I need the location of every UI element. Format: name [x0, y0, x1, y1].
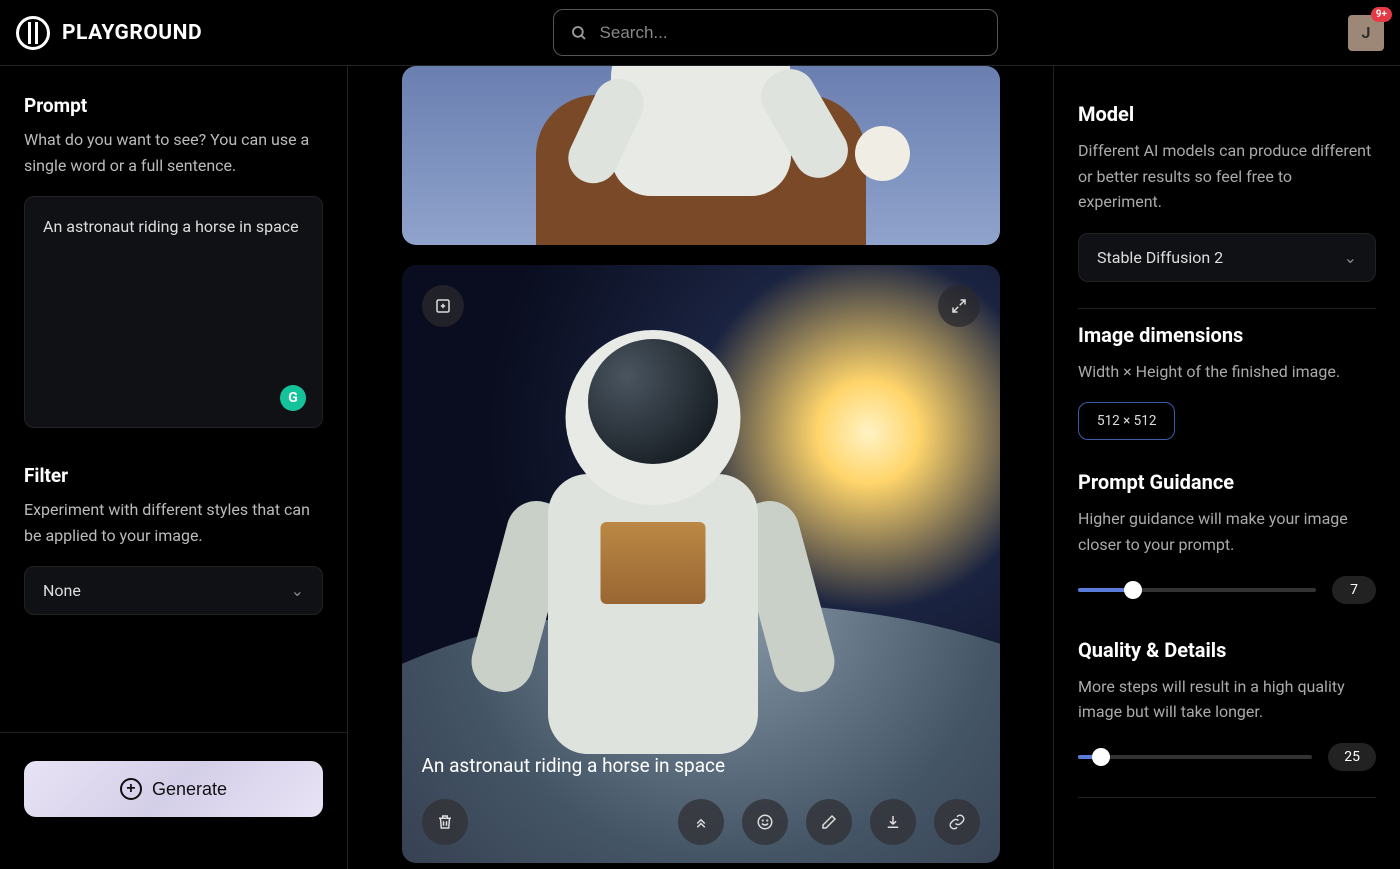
- dimension-chip[interactable]: 512 × 512: [1078, 402, 1175, 440]
- pencil-icon: [820, 813, 838, 831]
- dimensions-section: Image dimensions Width × Height of the f…: [1078, 323, 1376, 453]
- logo[interactable]: PLAYGROUND: [16, 16, 202, 50]
- center-panel: An astronaut riding a horse in space: [348, 66, 1053, 869]
- add-to-collection-button[interactable]: [422, 285, 464, 327]
- dimension-value: 512 × 512: [1097, 413, 1156, 429]
- logo-icon: [16, 16, 50, 50]
- delete-button[interactable]: [422, 799, 468, 845]
- generate-section: + Generate: [0, 732, 347, 845]
- react-button[interactable]: [742, 799, 788, 845]
- link-icon: [948, 813, 966, 831]
- guidance-title: Prompt Guidance: [1078, 470, 1376, 494]
- avatar-initial: J: [1362, 23, 1371, 42]
- generate-label: Generate: [152, 779, 227, 800]
- guidance-value: 7: [1332, 576, 1376, 604]
- prompt-title: Prompt: [24, 94, 323, 117]
- header: PLAYGROUND J 9+: [0, 0, 1400, 66]
- download-button[interactable]: [870, 799, 916, 845]
- edit-button[interactable]: [806, 799, 852, 845]
- download-icon: [884, 813, 902, 831]
- generate-button[interactable]: + Generate: [24, 761, 323, 817]
- plus-circle-icon: +: [120, 778, 142, 800]
- filter-title: Filter: [24, 464, 323, 487]
- quality-value: 25: [1328, 743, 1376, 771]
- filter-value: None: [43, 581, 81, 600]
- grammarly-icon[interactable]: G: [280, 385, 306, 411]
- avatar[interactable]: J 9+: [1348, 15, 1384, 51]
- quality-desc: More steps will result in a high quality…: [1078, 674, 1376, 725]
- chevron-down-icon: ⌄: [1344, 248, 1357, 267]
- search-icon: [570, 24, 588, 42]
- expand-icon: [950, 297, 968, 315]
- generated-image[interactable]: An astronaut riding a horse in space: [402, 265, 1000, 863]
- quality-slider[interactable]: [1078, 755, 1312, 759]
- search-box[interactable]: [553, 9, 998, 56]
- search-wrap: [202, 9, 1348, 56]
- guidance-slider[interactable]: [1078, 588, 1316, 592]
- link-button[interactable]: [934, 799, 980, 845]
- filter-section: Filter Experiment with different styles …: [24, 464, 323, 615]
- guidance-desc: Higher guidance will make your image clo…: [1078, 506, 1376, 557]
- search-input[interactable]: [600, 23, 981, 43]
- prompt-input[interactable]: An astronaut riding a horse in space G: [24, 196, 323, 428]
- model-select[interactable]: Stable Diffusion 2 ⌄: [1078, 233, 1376, 282]
- logo-text: PLAYGROUND: [62, 21, 202, 45]
- upscale-button[interactable]: [678, 799, 724, 845]
- prompt-value: An astronaut riding a horse in space: [43, 217, 299, 236]
- plus-square-icon: [434, 297, 452, 315]
- chevrons-up-icon: [692, 813, 710, 831]
- model-desc: Different AI models can produce differen…: [1078, 138, 1376, 215]
- prompt-desc: What do you want to see? You can use a s…: [24, 127, 323, 178]
- quality-title: Quality & Details: [1078, 638, 1376, 662]
- expand-button[interactable]: [938, 285, 980, 327]
- right-panel: Model Different AI models can produce di…: [1053, 66, 1400, 869]
- generated-image-partial[interactable]: [402, 66, 1000, 245]
- model-title: Model: [1078, 102, 1376, 126]
- left-panel: Prompt What do you want to see? You can …: [0, 66, 348, 869]
- filter-desc: Experiment with different styles that ca…: [24, 497, 323, 548]
- dimensions-desc: Width × Height of the finished image.: [1078, 359, 1376, 385]
- dimensions-title: Image dimensions: [1078, 323, 1376, 347]
- notification-badge: 9+: [1371, 7, 1392, 22]
- prompt-section: Prompt What do you want to see? You can …: [24, 94, 323, 428]
- quality-section: Quality & Details More steps will result…: [1078, 638, 1376, 798]
- smile-icon: [756, 813, 774, 831]
- model-value: Stable Diffusion 2: [1097, 248, 1223, 267]
- image-caption: An astronaut riding a horse in space: [422, 754, 726, 777]
- model-section: Model Different AI models can produce di…: [1078, 102, 1376, 309]
- guidance-section: Prompt Guidance Higher guidance will mak…: [1078, 470, 1376, 615]
- trash-icon: [436, 813, 454, 831]
- filter-select[interactable]: None ⌄: [24, 566, 323, 615]
- chevron-down-icon: ⌄: [291, 581, 304, 600]
